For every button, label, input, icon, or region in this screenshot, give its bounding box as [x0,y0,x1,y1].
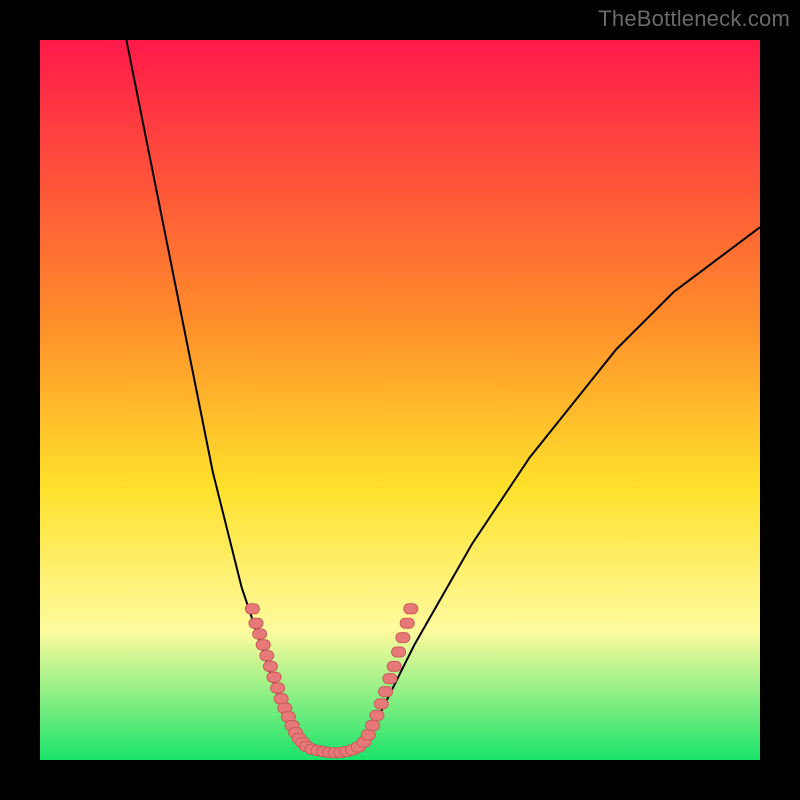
plot-area [40,40,760,760]
marker-dot [374,699,388,709]
marker-dot [396,633,410,643]
plot-svg [40,40,760,760]
marker-dot [404,604,418,614]
marker-dot [400,618,414,628]
watermark-text: TheBottleneck.com [598,6,790,32]
marker-dot [263,661,277,671]
marker-dot [253,629,267,639]
marker-dot [256,640,270,650]
marker-dot [366,720,380,730]
marker-dot [379,687,393,697]
marker-dot [260,651,274,661]
marker-dot [387,661,401,671]
chart-frame: TheBottleneck.com [0,0,800,800]
marker-dot [392,647,406,657]
marker-dot [370,710,384,720]
marker-dot [245,604,259,614]
marker-dot [274,694,288,704]
marker-dot [249,618,263,628]
marker-dot [271,683,285,693]
marker-dot [361,730,375,740]
marker-dot [383,674,397,684]
marker-dot [267,672,281,682]
